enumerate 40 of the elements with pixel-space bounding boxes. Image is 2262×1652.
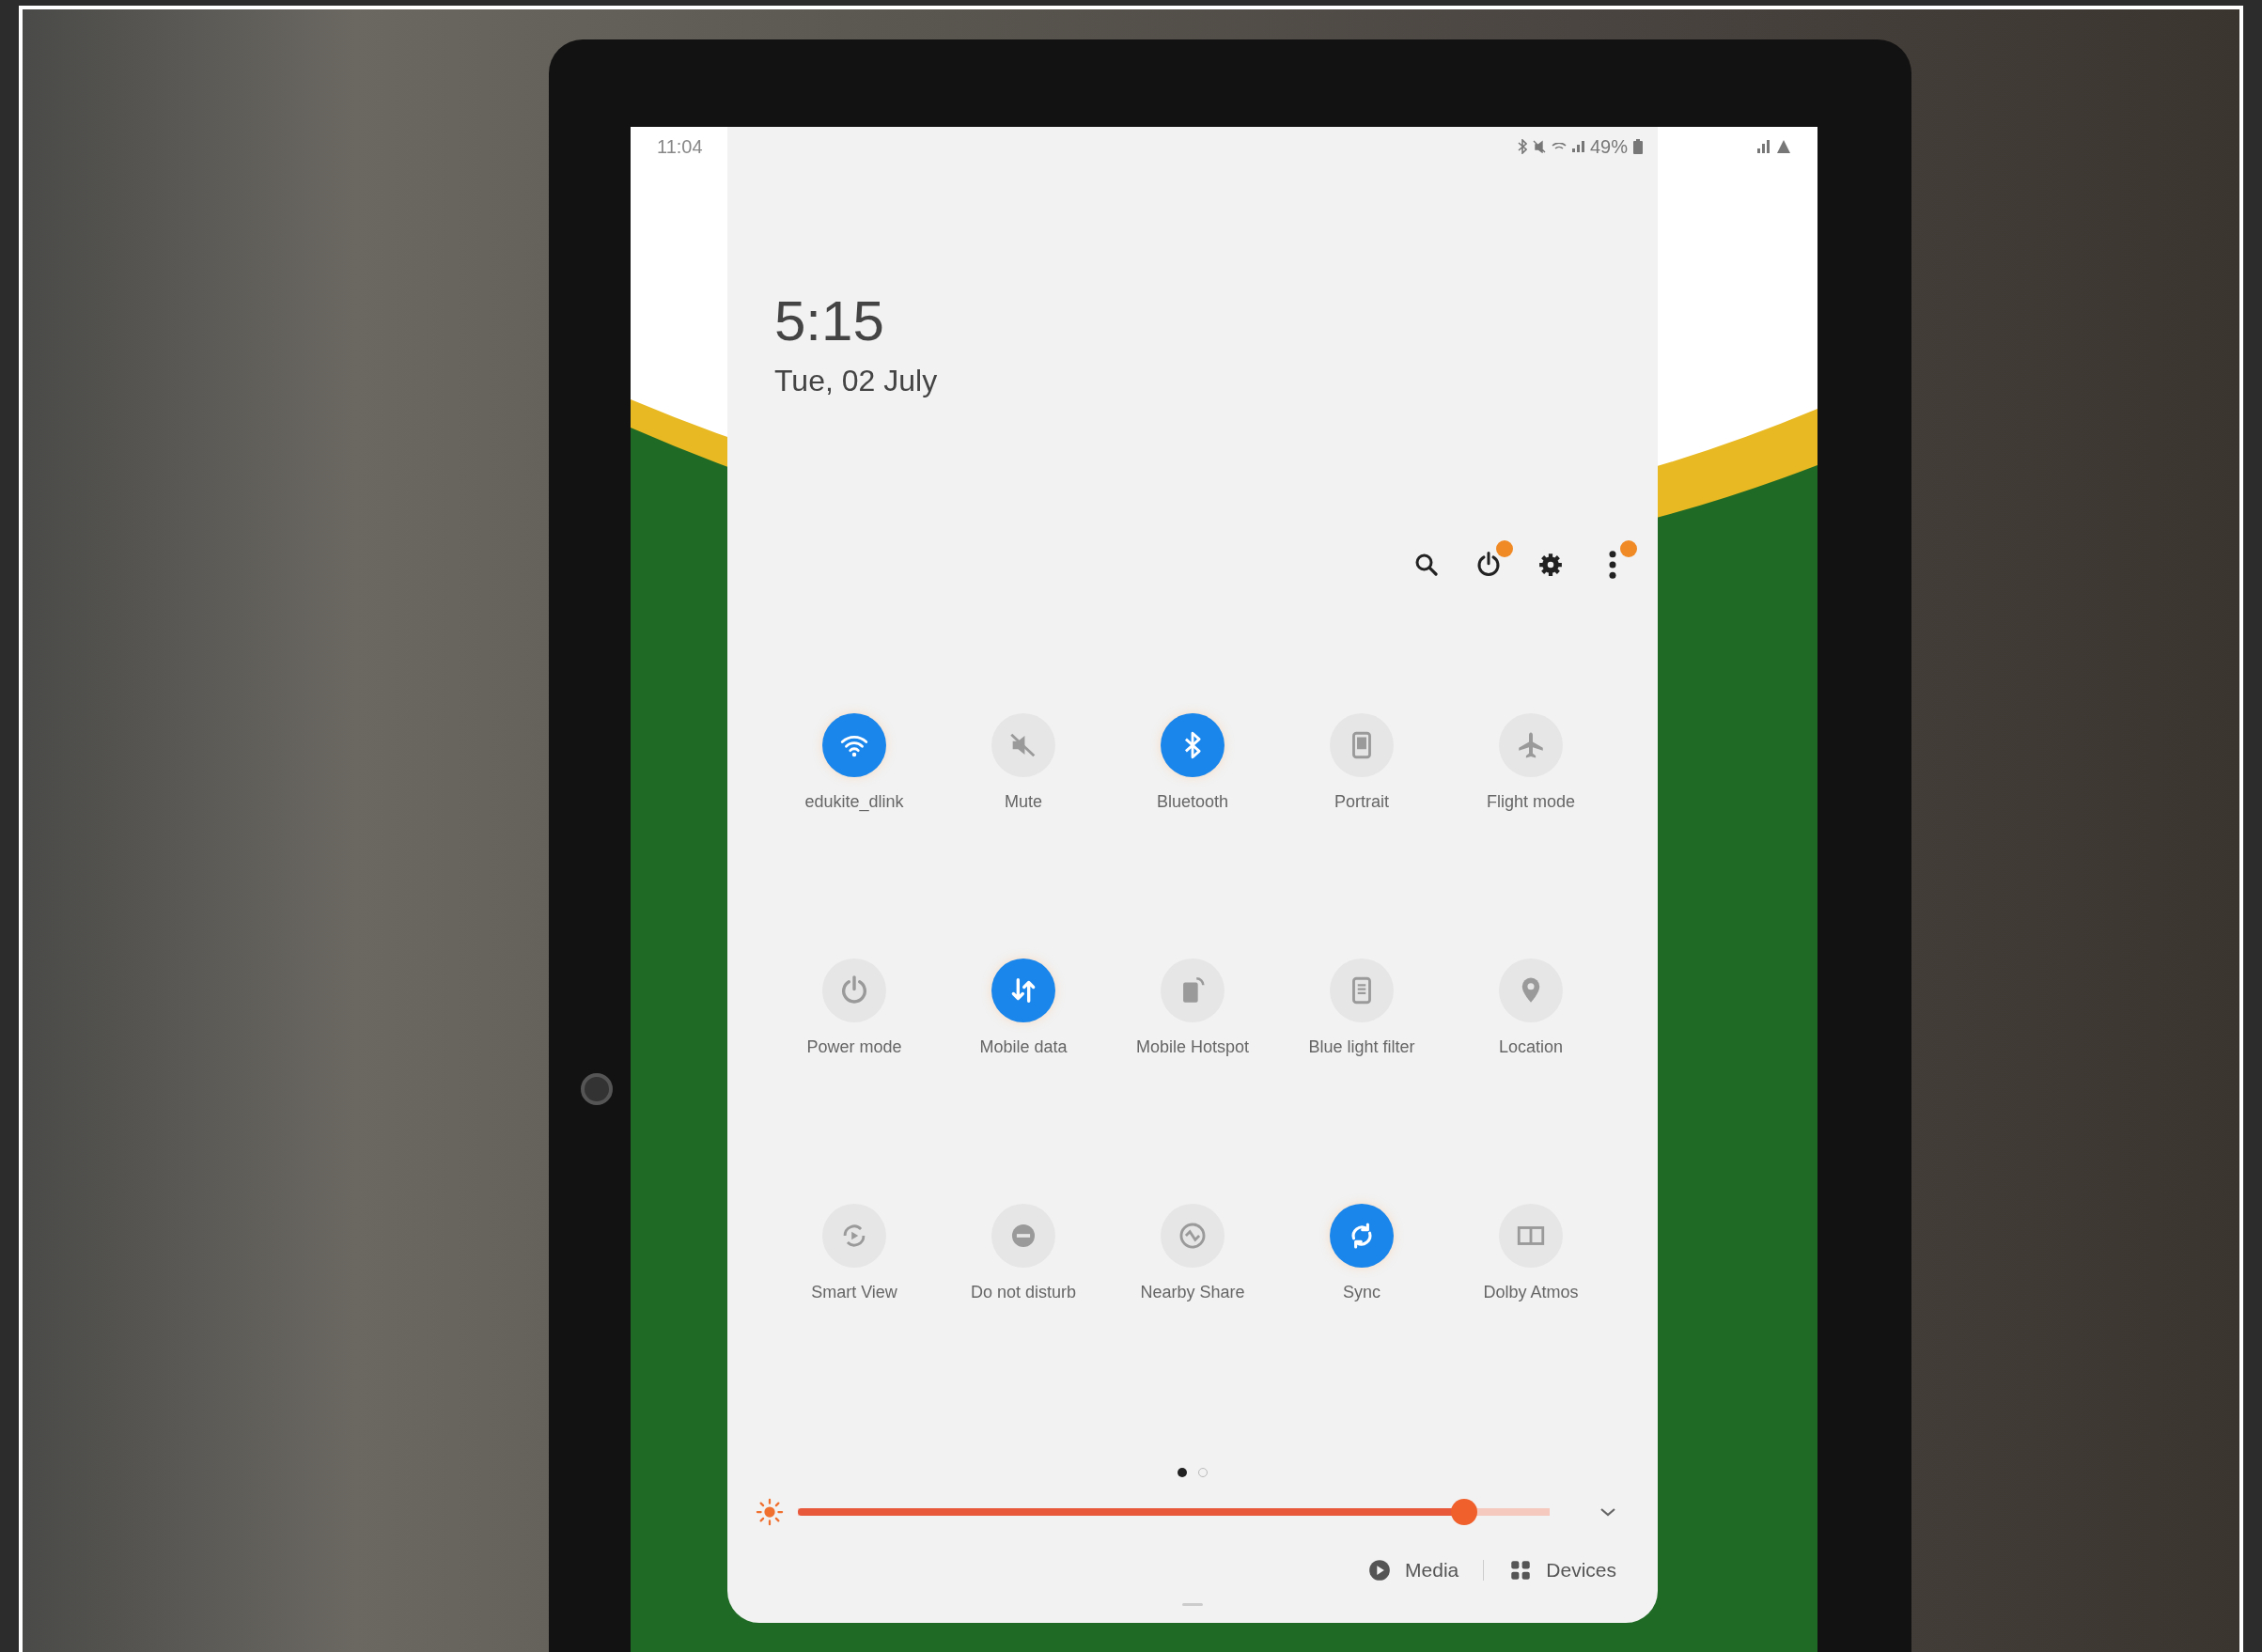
mute-icon [1532, 140, 1546, 153]
camera-icon [581, 1073, 613, 1105]
tile-label: Bluetooth [1155, 791, 1230, 813]
clock-time: 5:15 [774, 288, 885, 354]
toggle-button[interactable] [822, 713, 886, 777]
tile-label: Mobile data [978, 1036, 1069, 1058]
devices-button[interactable]: Devices [1505, 1554, 1620, 1586]
bluetooth-icon [1517, 139, 1527, 154]
toggle-button[interactable] [1161, 713, 1225, 777]
tile-label: edukite_dlink [803, 791, 905, 813]
tile-label: Blue light filter [1307, 1036, 1416, 1058]
toggle-button[interactable] [991, 958, 1055, 1022]
signal-icon [1755, 139, 1771, 154]
tile-label: Smart View [810, 1282, 898, 1303]
tile-label: Portrait [1334, 791, 1390, 813]
media-button[interactable]: Media [1364, 1554, 1463, 1586]
tile-label: Dolby Atmos [1482, 1282, 1580, 1303]
tile-label: Do not disturb [969, 1282, 1078, 1303]
status-time: 11:04 [657, 135, 703, 158]
clock-date: Tue, 02 July [774, 363, 939, 399]
more-icon [1609, 551, 1616, 579]
tile-label: Location [1497, 1036, 1565, 1058]
tile-label: Mute [1004, 791, 1043, 813]
battery-icon [1633, 139, 1643, 154]
tile-label: Sync [1342, 1282, 1381, 1303]
drag-handle[interactable] [1182, 1603, 1203, 1606]
settings-icon [1537, 551, 1565, 579]
warning-icon [1776, 139, 1791, 154]
signal-icon [1571, 141, 1584, 152]
play-icon [1367, 1558, 1393, 1582]
tile-label: Flight mode [1485, 791, 1576, 813]
page-indicator-dot[interactable] [1178, 1468, 1187, 1477]
toggle-button[interactable] [1330, 1204, 1394, 1268]
wifi-icon [1551, 143, 1567, 150]
battery-percentage: 49% [1589, 135, 1628, 158]
slider-thumb[interactable] [1450, 1499, 1477, 1525]
sun-icon [756, 1498, 784, 1526]
tile-label: Power mode [805, 1036, 903, 1058]
tile-label: Nearby Share [1139, 1282, 1246, 1303]
tile-label: Mobile Hotspot [1134, 1036, 1251, 1058]
